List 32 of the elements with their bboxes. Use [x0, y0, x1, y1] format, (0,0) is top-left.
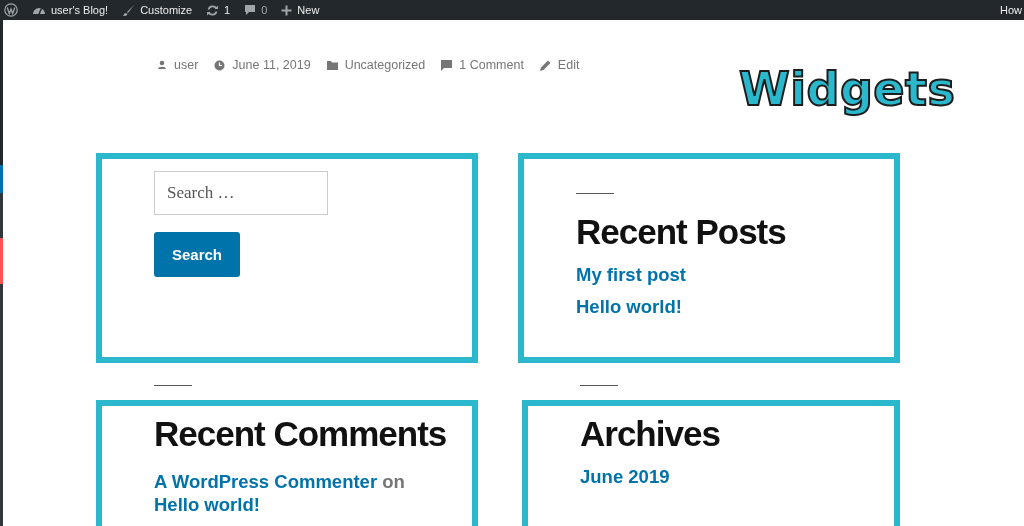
clock-icon	[214, 59, 226, 71]
widget-link[interactable]: Hello world!	[576, 296, 682, 318]
widget-title: Recent Posts	[576, 212, 786, 252]
folder-icon	[326, 60, 338, 70]
post-meta-link[interactable]: user	[157, 58, 199, 72]
plus-icon	[281, 4, 293, 16]
admin-bar-link[interactable]: 1	[206, 3, 231, 17]
admin-bar-link[interactable]: Customize	[122, 3, 193, 17]
speech-bubble-icon	[244, 4, 257, 16]
recent-comment-text: A WordPress Commenter on Hello world!	[154, 470, 406, 517]
refresh-icon	[206, 3, 220, 17]
comment-author-link[interactable]: A WordPress Commenter	[154, 471, 378, 492]
admin-bar-link[interactable]: How	[1000, 4, 1024, 16]
admin-bar-link[interactable]: user's Blog!	[32, 4, 109, 16]
annotation-title: Widgets	[739, 62, 956, 116]
post-meta-link[interactable]: 1 Comment	[441, 58, 524, 72]
post-meta-link[interactable]: June 11, 2019	[214, 58, 311, 72]
post-meta-link[interactable]: Edit	[539, 58, 580, 72]
pencil-icon	[539, 59, 551, 71]
widget-link[interactable]: June 2019	[580, 466, 670, 488]
widget-title: Recent Comments	[154, 414, 447, 454]
admin-bar-link[interactable]: 0	[244, 4, 268, 16]
search-field[interactable]: Search …	[154, 171, 328, 215]
wordpress-logo-icon[interactable]	[4, 3, 18, 17]
person-icon	[157, 60, 167, 70]
comment-icon	[441, 59, 453, 71]
widget-link[interactable]: My first post	[576, 264, 686, 286]
widget-title: Archives	[580, 414, 720, 454]
post-link[interactable]: Hello world!	[154, 494, 260, 516]
admin-bar-link[interactable]: New	[281, 4, 320, 16]
search-button[interactable]: Search	[154, 232, 240, 277]
post-meta-link[interactable]: Uncategorized	[326, 58, 426, 72]
